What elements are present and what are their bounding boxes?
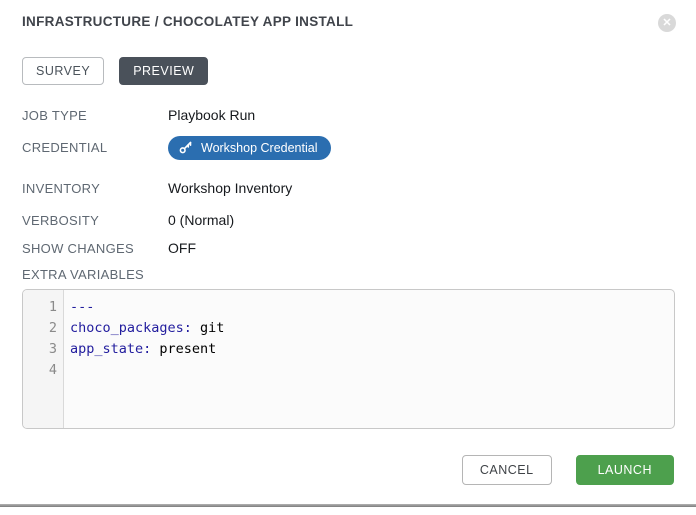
- editor-code-area[interactable]: --- choco_packages: git app_state: prese…: [64, 290, 674, 428]
- show-changes-value: OFF: [168, 240, 196, 256]
- extra-variables-label: EXTRA VARIABLES: [22, 266, 696, 284]
- credential-badge[interactable]: Workshop Credential: [168, 136, 331, 160]
- line-number: 3: [23, 339, 63, 360]
- field-row-credential: CREDENTIAL Workshop Credential: [22, 135, 696, 160]
- field-row-inventory: INVENTORY Workshop Inventory: [22, 178, 696, 198]
- job-launch-prompt-modal: INFRASTRUCTURE / CHOCOLATEY APP INSTALL …: [0, 0, 696, 515]
- launch-button[interactable]: LAUNCH: [576, 455, 674, 485]
- modal-title: INFRASTRUCTURE / CHOCOLATEY APP INSTALL: [22, 14, 353, 30]
- close-button[interactable]: ✕: [658, 14, 676, 32]
- extra-variables-editor[interactable]: 1 2 3 4 --- choco_packages: git app_stat…: [22, 289, 675, 429]
- key-icon: [179, 141, 192, 154]
- credential-label: CREDENTIAL: [22, 140, 168, 155]
- line-number: 1: [23, 297, 63, 318]
- inventory-label: INVENTORY: [22, 181, 168, 196]
- modal-header: INFRASTRUCTURE / CHOCOLATEY APP INSTALL …: [0, 14, 696, 32]
- job-type-label: JOB TYPE: [22, 108, 168, 123]
- credential-value: Workshop Credential: [168, 136, 331, 160]
- yaml-token: present: [151, 341, 216, 357]
- close-icon: ✕: [662, 17, 671, 29]
- tab-bar: SURVEY PREVIEW: [22, 57, 696, 85]
- yaml-token: git: [192, 320, 225, 336]
- code-line: choco_packages: git: [70, 318, 674, 339]
- tab-preview[interactable]: PREVIEW: [119, 57, 208, 85]
- yaml-token: app_state:: [70, 341, 151, 357]
- field-row-job-type: JOB TYPE Playbook Run: [22, 105, 696, 125]
- field-row-show-changes: SHOW CHANGES OFF: [22, 238, 696, 258]
- verbosity-label: VERBOSITY: [22, 213, 168, 228]
- tab-survey[interactable]: SURVEY: [22, 57, 104, 85]
- field-row-verbosity: VERBOSITY 0 (Normal): [22, 210, 696, 230]
- line-number: 4: [23, 360, 63, 381]
- code-line: app_state: present: [70, 339, 674, 360]
- cancel-button[interactable]: CANCEL: [462, 455, 552, 485]
- editor-gutter: 1 2 3 4: [23, 290, 64, 428]
- modal-footer: CANCEL LAUNCH: [0, 455, 696, 485]
- field-list: JOB TYPE Playbook Run CREDENTIAL Worksho…: [0, 105, 696, 258]
- inventory-value: Workshop Inventory: [168, 180, 292, 196]
- yaml-token: ---: [70, 299, 94, 315]
- show-changes-label: SHOW CHANGES: [22, 241, 168, 256]
- job-type-value: Playbook Run: [168, 107, 255, 123]
- code-line: ---: [70, 297, 674, 318]
- window-bottom-edge: [0, 504, 696, 507]
- credential-badge-label: Workshop Credential: [201, 141, 318, 155]
- line-number: 2: [23, 318, 63, 339]
- verbosity-value: 0 (Normal): [168, 212, 234, 228]
- yaml-token: choco_packages:: [70, 320, 192, 336]
